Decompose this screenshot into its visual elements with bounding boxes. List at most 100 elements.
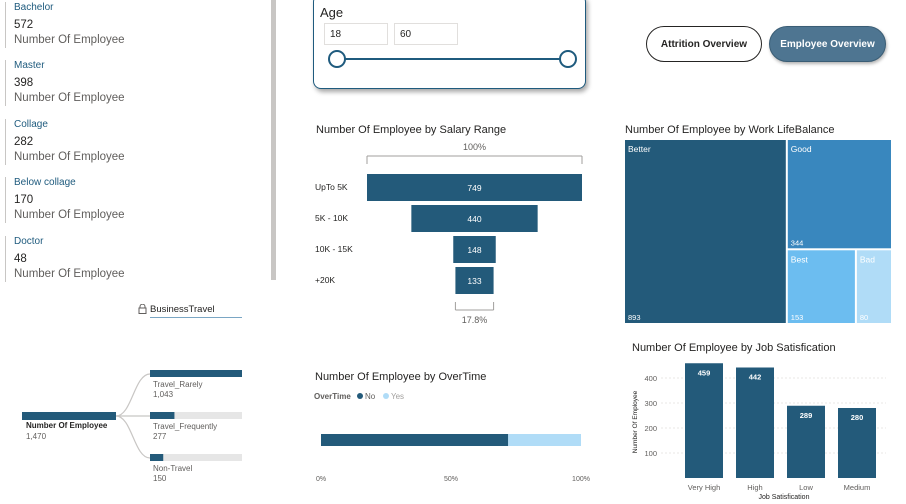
y-axis-tick: 100: [644, 449, 657, 458]
education-category: Bachelor: [14, 2, 54, 13]
treemap-cell-value: 344: [791, 238, 804, 247]
funnel-category-label: +20K: [315, 275, 335, 285]
age-slider-track: [336, 58, 569, 60]
funnel-category-label: 5K - 10K: [315, 213, 348, 223]
y-axis-tick: 200: [644, 424, 657, 433]
legend-label-yes: Yes: [391, 392, 404, 401]
overtime-axis-tick: 0%: [316, 476, 326, 483]
tree-connector: [115, 415, 151, 459]
funnel-bar-value: 133: [467, 276, 481, 286]
bar-value-label: 442: [749, 373, 762, 382]
root-value: 1,470: [26, 432, 47, 441]
travel-category-label: Travel_Frequently: [153, 422, 218, 431]
education-count-label: Number Of Employee: [14, 92, 125, 104]
x-axis-tick: Medium: [844, 483, 871, 492]
overtime-axis-tick: 50%: [444, 476, 458, 483]
treemap-cell-value: 80: [860, 313, 868, 322]
treemap-cell-label: Good: [791, 144, 812, 154]
age-max-input[interactable]: 60: [394, 23, 458, 45]
business-travel-slicer[interactable]: BusinessTravel: [150, 304, 242, 318]
travel-bar[interactable]: [150, 370, 242, 377]
funnel-bar-value: 440: [467, 214, 481, 224]
overtime-segment[interactable]: [321, 434, 509, 446]
y-axis-tick: 300: [644, 399, 657, 408]
travel-category-label: Travel_Rarely: [153, 380, 203, 389]
education-count-label: Number Of Employee: [14, 34, 125, 46]
funnel-category-label: 10K - 15K: [315, 244, 353, 254]
education-count-label: Number Of Employee: [14, 151, 125, 163]
education-card: Bachelor 572 Number Of Employee: [5, 2, 267, 48]
education-card: Doctor 48 Number Of Employee: [5, 236, 267, 282]
x-axis-tick: Very High: [688, 483, 721, 492]
attrition-overview-button[interactable]: Attrition Overview: [646, 26, 762, 62]
salary-funnel-chart: 100% UpTo 5K 749 5K - 10K 440 10K - 15K 148 +2…: [315, 142, 583, 325]
education-scrollbar[interactable]: [271, 0, 276, 280]
root-label: Number Of Employee: [26, 421, 108, 430]
bar-value-label: 459: [698, 368, 711, 377]
legend-swatch-no: [357, 393, 363, 399]
x-axis-tick: Low: [799, 483, 813, 492]
treemap-cell-value: 893: [628, 313, 641, 322]
treemap-cell-value: 153: [791, 313, 804, 322]
travel-category-value: 150: [153, 474, 167, 483]
funnel-top-pct: 100%: [463, 142, 486, 152]
age-min-input[interactable]: 18: [324, 23, 388, 45]
funnel-bottom-pct: 17.8%: [462, 315, 488, 325]
x-axis-tick: High: [747, 483, 762, 492]
education-count-label: Number Of Employee: [14, 268, 125, 280]
travel-bar-track: [150, 454, 242, 461]
overtime-legend-title: OverTime: [314, 392, 351, 401]
y-axis-tick: 400: [644, 374, 657, 383]
education-count: 572: [14, 19, 34, 31]
treemap-cell[interactable]: [787, 140, 891, 249]
job-satisfaction-chart: Number Of Employee 100 200 300 400 459 Very …: [632, 363, 886, 501]
job-satisfaction-bar[interactable]: [736, 367, 774, 479]
job-satisfaction-bar[interactable]: [685, 363, 723, 478]
funnel-bar-value: 148: [467, 245, 481, 255]
travel-bar[interactable]: [150, 412, 175, 419]
overtime-axis-tick: 100%: [572, 476, 590, 483]
job-satisfaction-chart-title: Number Of Employee by Job Satisfication: [632, 342, 836, 354]
education-category: Master: [14, 60, 45, 71]
age-slider-min-handle[interactable]: [328, 50, 346, 68]
education-count: 398: [14, 77, 34, 89]
education-card: Below collage 170 Number Of Employee: [5, 177, 267, 223]
bar-value-label: 280: [851, 413, 864, 422]
treemap-cell-label: Best: [791, 254, 809, 264]
overtime-chart-title: Number Of Employee by OverTime: [315, 371, 487, 383]
legend-label-no: No: [365, 392, 376, 401]
education-card: Collage 282 Number Of Employee: [5, 119, 267, 165]
lock-icon: [138, 304, 147, 314]
overtime-segment[interactable]: [508, 434, 581, 446]
travel-bar[interactable]: [150, 454, 164, 461]
education-category: Collage: [14, 119, 48, 130]
travel-category-label: Non-Travel: [153, 464, 193, 473]
travel-category-value: 277: [153, 432, 167, 441]
y-axis-title: Number Of Employee: [632, 390, 639, 453]
education-category: Below collage: [14, 177, 76, 188]
age-slicer-title: Age: [320, 5, 344, 20]
age-slicer: Age 18 60: [313, 0, 586, 89]
education-count: 48: [14, 253, 27, 265]
worklife-treemap-chart: Better 893 Good 344 Best 153 Bad 80: [625, 140, 891, 323]
tree-connector: [115, 373, 151, 417]
worklife-treemap-title: Number Of Employee by Work LifeBalance: [625, 124, 835, 136]
education-count: 170: [14, 194, 34, 206]
education-count: 282: [14, 136, 34, 148]
funnel-category-label: UpTo 5K: [315, 182, 348, 192]
age-slider-max-handle[interactable]: [559, 50, 577, 68]
education-card: Master 398 Number Of Employee: [5, 60, 267, 106]
salary-funnel-title: Number Of Employee by Salary Range: [316, 124, 507, 136]
education-category: Doctor: [14, 236, 44, 247]
employee-overview-button[interactable]: Employee Overview: [769, 26, 886, 62]
education-count-label: Number Of Employee: [14, 209, 125, 221]
bar-value-label: 289: [800, 411, 813, 420]
treemap-cell-label: Bad: [860, 254, 875, 264]
overtime-chart: OverTime No Yes 0% 50% 100%: [314, 392, 590, 483]
legend-swatch-yes: [383, 393, 389, 399]
x-axis-title: Job Satisfication: [759, 494, 810, 501]
root-bar[interactable]: [22, 412, 116, 420]
funnel-bar-value: 749: [467, 183, 481, 193]
treemap-cell-label: Better: [628, 144, 651, 154]
treemap-cell[interactable]: [625, 140, 786, 323]
